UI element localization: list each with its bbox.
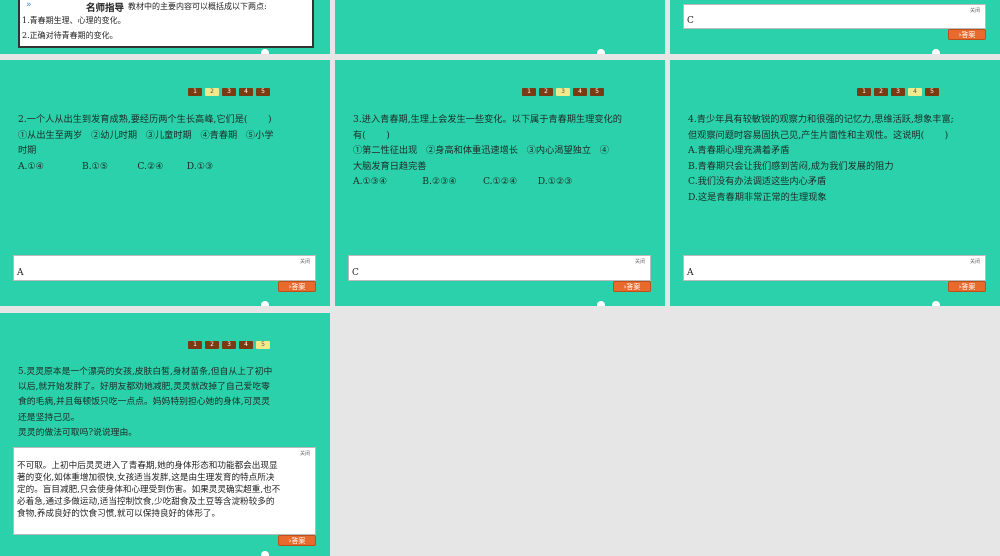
slide-question-4: 1 2 3 4 5 4.青少年具有较敏锐的观察力和很强的记忆力,思维活跃,想象丰… — [670, 60, 1000, 306]
answer-line: 不可取。上初中后灵灵进入了青春期,她的身体形态和功能都会出现显 — [17, 461, 278, 471]
question-line: ①第二性征出现 ②身高和体重迅速增长 ③内心渴望独立 ④ — [353, 145, 609, 156]
answer-box: 关闭 C — [683, 4, 986, 29]
nav-item-2[interactable]: 2 — [205, 88, 219, 96]
slide-indicator-dot — [597, 49, 605, 54]
question-line: 还是坚持己见。 — [18, 412, 80, 423]
nav-item-1[interactable]: 1 — [857, 88, 871, 96]
nav-item-3[interactable]: 3 — [891, 88, 905, 96]
nav-item-4[interactable]: 4 — [908, 88, 922, 96]
close-link[interactable]: 关闭 — [970, 258, 980, 265]
nav-item-1[interactable]: 1 — [188, 88, 202, 96]
question-line: 大脑发育日趋完善 — [353, 160, 427, 172]
question-text: 4.青少年具有较敏锐的观察力和很强的记忆力,思维活跃,想象丰富; 但观察问题时容… — [688, 112, 986, 205]
guidance-title: 名师指导 — [86, 3, 125, 14]
question-line: 有( ) — [353, 129, 390, 141]
question-option-c: C.我们没有办法调适这些内心矛盾 — [688, 176, 827, 187]
question-option-a: A.青春期心理充满着矛盾 — [688, 145, 790, 156]
close-link[interactable]: 关闭 — [300, 450, 310, 457]
question-options: A.①④ B.①⑤ C.②④ D.①③ — [18, 160, 214, 172]
slide-indicator-dot — [932, 49, 940, 54]
answer-button[interactable]: ›答案 — [278, 535, 316, 546]
nav-item-2[interactable]: 2 — [539, 88, 553, 96]
close-link[interactable]: 关闭 — [300, 258, 310, 265]
answer-text: C — [687, 16, 694, 26]
question-nav: 1 2 3 4 5 — [188, 341, 270, 349]
answer-text: 不可取。上初中后灵灵进入了青春期,她的身体形态和功能都会出现显 著的变化,如体重… — [17, 460, 311, 520]
answer-line: 定的。盲目减肥,只会使身体和心理受到伤害。如果灵灵确实超重,也不 — [17, 485, 281, 496]
slide-indicator-dot — [932, 301, 940, 306]
answer-box: 关闭 A — [13, 255, 316, 281]
nav-item-2[interactable]: 2 — [205, 341, 219, 349]
guidance-desc: 教材中的主要内容可以概括成以下两点: — [128, 2, 267, 11]
nav-item-4[interactable]: 4 — [239, 341, 253, 349]
question-prompt: 灵灵的做法可取吗?说说理由。 — [18, 427, 138, 438]
guidance-box: » 名师指导 教材中的主要内容可以概括成以下两点: 1.青春期生理、心理的变化。… — [18, 0, 314, 48]
nav-item-5[interactable]: 5 — [925, 88, 939, 96]
question-line: 3.进入青春期,生理上会发生一些变化。以下属于青春期生理变化的 — [353, 114, 622, 125]
answer-text: A — [17, 268, 24, 278]
answer-text: C — [352, 268, 359, 278]
question-line: ①从出生至两岁 ②幼儿时期 ③儿童时期 ④青春期 ⑤小学 — [18, 129, 274, 141]
nav-item-3[interactable]: 3 — [222, 88, 236, 96]
question-line: 5.灵灵原本是一个漂亮的女孩,皮肤白皙,身材苗条,但自从上了初中 — [18, 367, 273, 377]
answer-button-label: 答案 — [291, 537, 306, 545]
answer-button[interactable]: ›答案 — [948, 29, 986, 40]
answer-box: 关闭 A — [683, 255, 986, 281]
answer-button-label: 答案 — [626, 283, 641, 291]
slide-top-left: » 名师指导 教材中的主要内容可以概括成以下两点: 1.青春期生理、心理的变化。… — [0, 0, 330, 54]
slide-indicator-dot — [597, 301, 605, 306]
nav-item-4[interactable]: 4 — [573, 88, 587, 96]
slide-indicator-dot — [261, 49, 269, 54]
close-link[interactable]: 关闭 — [970, 7, 980, 14]
answer-button-label: 答案 — [961, 283, 976, 291]
nav-item-5[interactable]: 5 — [590, 88, 604, 96]
nav-item-2[interactable]: 2 — [874, 88, 888, 96]
slide-question-3: 1 2 3 4 5 3.进入青春期,生理上会发生一些变化。以下属于青春期生理变化… — [335, 60, 665, 306]
answer-button[interactable]: ›答案 — [613, 281, 651, 292]
answer-box: 关闭 不可取。上初中后灵灵进入了青春期,她的身体形态和功能都会出现显 著的变化,… — [13, 447, 316, 535]
answer-button-label: 答案 — [961, 31, 976, 39]
slide-question-2: 1 2 3 4 5 2.一个人从出生到发育成熟,要经历两个生长高峰,它们是( )… — [0, 60, 330, 306]
nav-item-5[interactable]: 5 — [256, 88, 270, 96]
question-nav: 1 2 3 4 5 — [522, 88, 604, 96]
answer-button-label: 答案 — [291, 283, 306, 291]
answer-button[interactable]: ›答案 — [948, 281, 986, 292]
slide-top-middle — [335, 0, 665, 54]
answer-text: A — [687, 268, 694, 278]
question-line: 但观察问题时容易固执己见,产生片面性和主观性。这说明( ) — [688, 129, 949, 141]
answer-line: 著的变化,如体重增加很快,女孩适当发胖,这是由生理发育的特点所决 — [17, 473, 275, 484]
nav-item-1[interactable]: 1 — [188, 341, 202, 349]
answer-box: 关闭 C — [348, 255, 651, 281]
question-line: 以后,就开始发胖了。好朋友都劝她减肥,灵灵就改掉了自己爱吃零 — [18, 382, 270, 393]
slide-question-5: 1 2 3 4 5 5.灵灵原本是一个漂亮的女孩,皮肤白皙,身材苗条,但自从上了… — [0, 313, 330, 556]
close-link[interactable]: 关闭 — [635, 258, 645, 265]
question-line: 4.青少年具有较敏锐的观察力和很强的记忆力,思维活跃,想象丰富; — [688, 114, 954, 125]
answer-line: 必着急,通过多做运动,适当控制饮食,少吃甜食及土豆等含淀粉较多的 — [17, 497, 275, 508]
question-text: 3.进入青春期,生理上会发生一些变化。以下属于青春期生理变化的 有( ) ①第二… — [353, 112, 651, 190]
question-line: 食的毛病,并且每顿饭只吃一点点。妈妈特别担心她的身体,可灵灵 — [18, 397, 270, 408]
double-arrow-icon: » — [26, 0, 32, 10]
question-text: 5.灵灵原本是一个漂亮的女孩,皮肤白皙,身材苗条,但自从上了初中 以后,就开始发… — [18, 365, 316, 441]
question-nav: 1 2 3 4 5 — [188, 88, 270, 96]
nav-item-3[interactable]: 3 — [222, 341, 236, 349]
guidance-item-1: 1.青春期生理、心理的变化。 — [22, 16, 126, 25]
slide-top-right: 关闭 C ›答案 — [670, 0, 1000, 54]
nav-item-5[interactable]: 5 — [256, 341, 270, 349]
slide-indicator-dot — [261, 301, 269, 306]
nav-item-4[interactable]: 4 — [239, 88, 253, 96]
nav-item-3[interactable]: 3 — [556, 88, 570, 96]
question-line: 2.一个人从出生到发育成熟,要经历两个生长高峰,它们是( ) — [18, 114, 272, 125]
question-option-d: D.这是青春期非常正常的生理现象 — [688, 191, 827, 203]
nav-item-1[interactable]: 1 — [522, 88, 536, 96]
question-line: 时期 — [18, 145, 37, 156]
slide-indicator-dot — [261, 551, 269, 556]
question-options: A.①③④ B.②③④ C.①②④ D.①②③ — [353, 176, 573, 187]
answer-button[interactable]: ›答案 — [278, 281, 316, 292]
guidance-item-2: 2.正确对待青春期的变化。 — [22, 31, 118, 40]
answer-line: 食物,养成良好的饮食习惯,就可以保持良好的体形了。 — [17, 509, 221, 520]
question-nav: 1 2 3 4 5 — [857, 88, 939, 96]
question-option-b: B.青春期只会让我们感到苦闷,成为我们发展的阻力 — [688, 160, 894, 172]
question-text: 2.一个人从出生到发育成熟,要经历两个生长高峰,它们是( ) ①从出生至两岁 ②… — [18, 112, 316, 174]
